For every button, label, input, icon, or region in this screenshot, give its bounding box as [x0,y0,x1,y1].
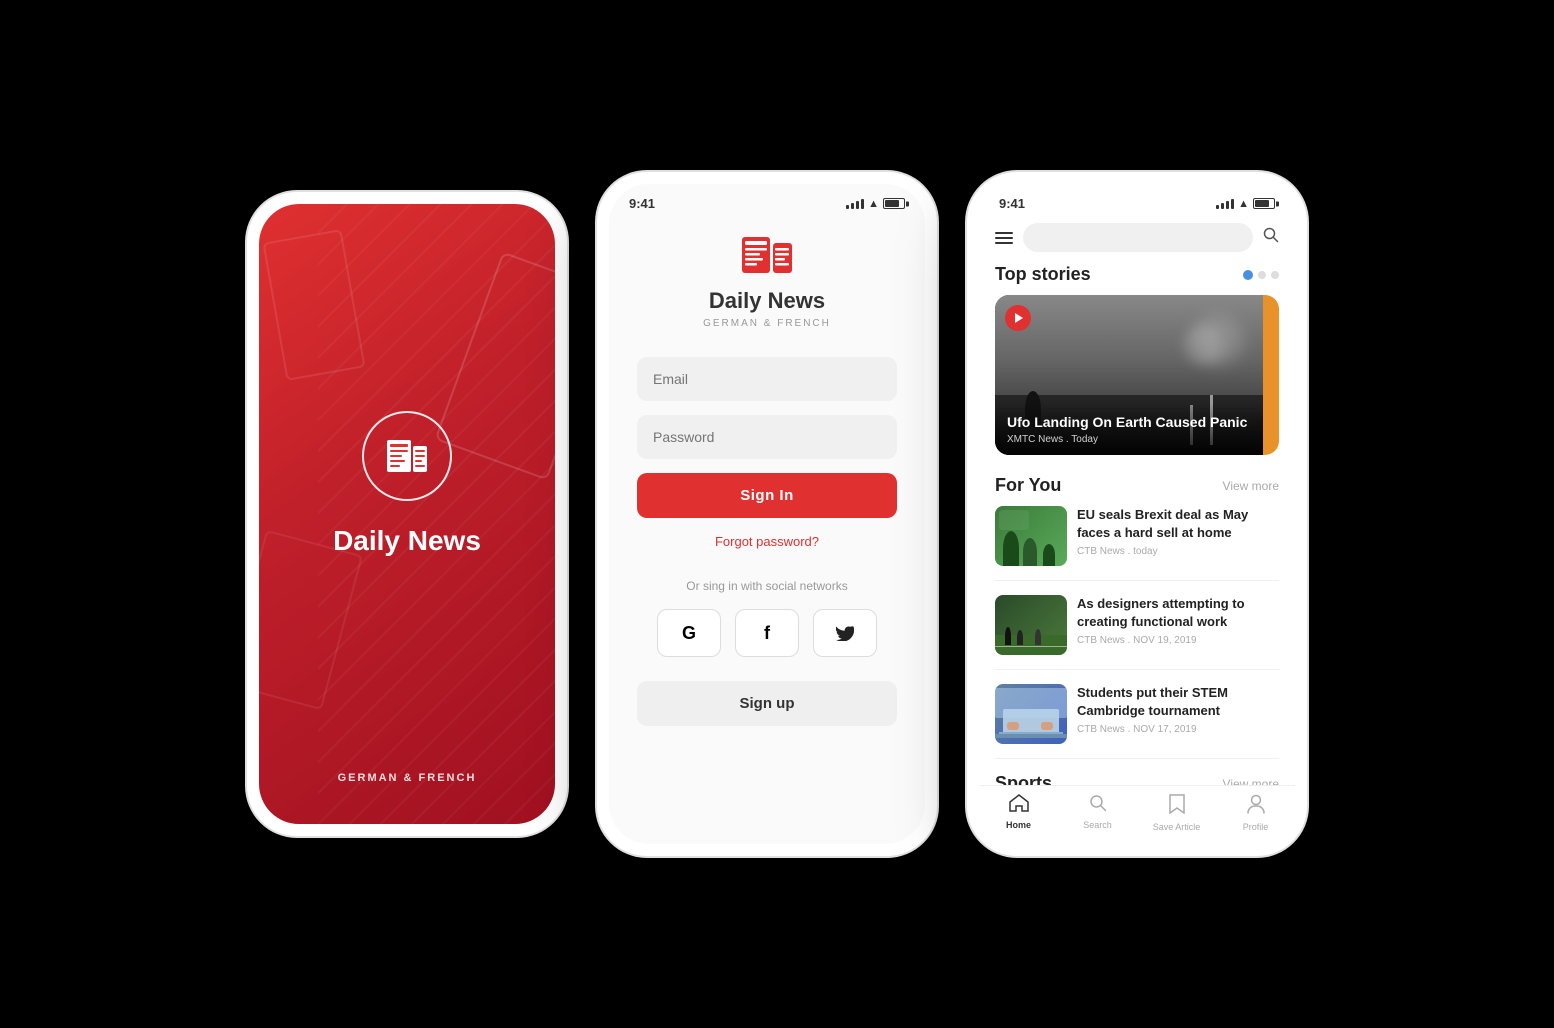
article-headline: Students put their STEM Cambridge tourna… [1077,684,1279,719]
top-story-overlay: Ufo Landing On Earth Caused Panic XMTC N… [995,403,1263,455]
orange-strip [1263,295,1279,455]
twitter-login-button[interactable] [813,609,877,657]
app-title: Daily News [333,525,481,557]
nav-search[interactable]: Search [1058,794,1137,832]
social-buttons: G f [657,609,877,657]
phone-feed: 9:41 ▲ [967,172,1307,856]
email-input[interactable] [637,357,897,401]
article-info: EU seals Brexit deal as May faces a hard… [1077,506,1279,557]
password-input[interactable] [637,415,897,459]
signal-icon [1216,199,1234,209]
wifi-icon: ▲ [1238,198,1249,210]
top-stories-section-header: Top stories [995,264,1279,285]
google-login-button[interactable]: G [657,609,721,657]
signup-button[interactable]: Sign up [637,681,897,726]
search-icon[interactable] [1263,227,1279,248]
app-tagline: GERMAN & FRENCH [259,772,555,784]
save-label: Save Article [1153,822,1201,832]
profile-icon [1247,794,1265,819]
article-thumbnail [995,506,1067,566]
dot-1 [1243,270,1253,280]
search-nav-icon [1089,794,1107,817]
divider [995,758,1279,759]
feed-screen: 9:41 ▲ [979,184,1295,844]
login-logo [742,235,792,278]
article-info: As designers attempting to creating func… [1077,595,1279,646]
sports-title: Sports [995,773,1052,785]
dot-2 [1258,271,1266,279]
profile-label: Profile [1243,822,1269,832]
hamburger-menu-button[interactable] [995,232,1013,244]
search-input[interactable] [1023,223,1253,252]
article-row[interactable]: Students put their STEM Cambridge tourna… [995,684,1279,744]
divider [995,580,1279,581]
play-button[interactable] [1005,305,1031,331]
carousel-dots [1243,270,1279,280]
notch [347,204,467,232]
notch [712,184,822,208]
top-stories-title: Top stories [995,264,1091,285]
article-meta: CTB News . NOV 19, 2019 [1077,635,1279,646]
article-row[interactable]: EU seals Brexit deal as May faces a hard… [995,506,1279,566]
phone-login: 9:41 ▲ [597,172,937,856]
sports-view-more-button[interactable]: View more [1223,777,1279,786]
divider [995,669,1279,670]
nav-save[interactable]: Save Article [1137,794,1216,832]
article-row[interactable]: As designers attempting to creating func… [995,595,1279,655]
twitter-bird-icon [836,625,854,641]
logo-circle [362,411,452,501]
login-logo-icon [742,235,792,273]
feed-body: Top stories [979,260,1295,785]
article-meta: CTB News . NOV 17, 2019 [1077,724,1279,735]
splash-screen: Daily News GERMAN & FRENCH [259,204,555,824]
article-info: Students put their STEM Cambridge tourna… [1077,684,1279,735]
status-icons: ▲ [1216,198,1275,210]
for-you-section-header: For You View more [995,475,1279,496]
save-icon [1169,794,1185,819]
news-logo-icon [387,440,427,472]
login-screen: 9:41 ▲ [609,184,925,844]
status-time: 9:41 [999,196,1025,211]
status-icons: ▲ [846,198,905,210]
signal-icon [846,199,864,209]
home-icon [1009,794,1029,817]
top-story-image: Ufo Landing On Earth Caused Panic XMTC N… [995,295,1263,455]
login-title: Daily News [709,288,825,314]
for-you-title: For You [995,475,1061,496]
splash-content: Daily News [333,411,481,617]
login-body: Daily News GERMAN & FRENCH Sign In Forgo… [609,215,925,844]
status-time: 9:41 [629,196,655,211]
signin-button[interactable]: Sign In [637,473,897,518]
top-story-source: XMTC News . Today [1007,434,1251,445]
home-label: Home [1006,820,1031,830]
phone-splash: Daily News GERMAN & FRENCH [247,192,567,836]
article-headline: EU seals Brexit deal as May faces a hard… [1077,506,1279,541]
wifi-icon: ▲ [868,198,879,210]
article-headline: As designers attempting to creating func… [1077,595,1279,630]
top-story-card[interactable]: Ufo Landing On Earth Caused Panic XMTC N… [995,295,1279,455]
facebook-login-button[interactable]: f [735,609,799,657]
feed-header [979,215,1295,260]
article-thumbnail [995,595,1067,655]
search-label: Search [1083,820,1112,830]
sports-section-header: Sports View more [995,773,1279,785]
nav-home[interactable]: Home [979,794,1058,832]
dot-3 [1271,271,1279,279]
login-subtitle: GERMAN & FRENCH [703,318,831,329]
forgot-password-link[interactable]: Forgot password? [715,534,819,549]
article-thumbnail [995,684,1067,744]
notch [1082,184,1192,208]
top-story-headline: Ufo Landing On Earth Caused Panic [1007,413,1251,431]
nav-profile[interactable]: Profile [1216,794,1295,832]
battery-icon [1253,198,1275,209]
view-more-button[interactable]: View more [1223,479,1279,493]
bottom-nav: Home Search [979,785,1295,844]
battery-icon [883,198,905,209]
article-meta: CTB News . today [1077,546,1279,557]
social-divider-text: Or sing in with social networks [686,579,847,593]
